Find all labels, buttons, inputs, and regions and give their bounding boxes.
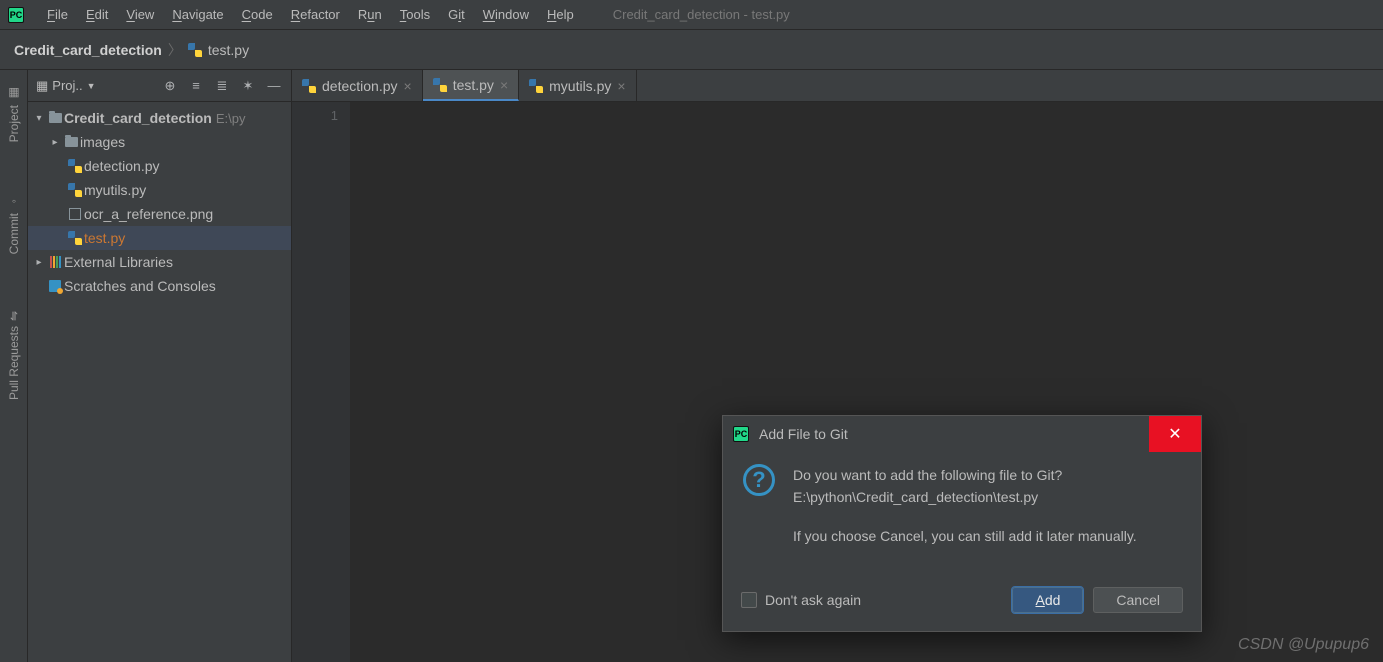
checkbox-box-icon: [741, 592, 757, 608]
close-button[interactable]: ✕: [1149, 416, 1201, 452]
tree-item-detection[interactable]: detection.py: [28, 154, 291, 178]
menu-view[interactable]: View: [117, 3, 163, 26]
app-icon: PC: [8, 7, 24, 23]
git-add-dialog: PC Add File to Git ✕ ? Do you want to ad…: [722, 415, 1202, 632]
menu-git[interactable]: Git: [439, 3, 474, 26]
watermark: CSDN @Upupup6: [1238, 636, 1369, 654]
project-icon: ▦: [36, 78, 48, 94]
app-icon: PC: [733, 426, 749, 442]
tree-external-libraries[interactable]: ▸ External Libraries: [28, 250, 291, 274]
menu-help[interactable]: Help: [538, 3, 583, 26]
chevron-right-icon: 〉: [168, 40, 182, 60]
rail-pull-requests[interactable]: Pull Requests⇋: [7, 301, 21, 406]
folder-icon: [62, 137, 80, 147]
tree-scratches[interactable]: Scratches and Consoles: [28, 274, 291, 298]
question-icon: ?: [743, 464, 775, 496]
breadcrumb: Credit_card_detection 〉 test.py: [14, 40, 249, 60]
folder-icon: ▦: [7, 86, 21, 100]
pull-request-icon: ⇋: [7, 307, 21, 321]
project-tree: ▾ Credit_card_detection E:\py ▸ images d…: [28, 102, 291, 302]
folder-icon: [46, 113, 64, 123]
menu-run[interactable]: Run: [349, 3, 391, 26]
dropdown-icon: ▼: [87, 81, 96, 91]
breadcrumb-file[interactable]: test.py: [208, 42, 249, 58]
tab-bar: detection.py × test.py × myutils.py ×: [292, 70, 1383, 102]
tree-item-images[interactable]: ▸ images: [28, 130, 291, 154]
add-button[interactable]: Add: [1012, 587, 1083, 613]
python-file-icon: [188, 43, 202, 57]
tab-label: myutils.py: [549, 78, 611, 94]
image-file-icon: [66, 208, 84, 220]
close-icon[interactable]: ×: [500, 77, 508, 93]
collapse-all-icon[interactable]: ≣: [213, 77, 231, 95]
navbar: Credit_card_detection 〉 test.py: [0, 30, 1383, 70]
project-sidebar: ▦ Proj.. ▼ ⊕ ≡ ≣ ✶ — ▾ Credit_card_detec…: [28, 70, 292, 662]
tree-item-myutils[interactable]: myutils.py: [28, 178, 291, 202]
tab-myutils[interactable]: myutils.py ×: [519, 70, 636, 101]
tree-item-ocrref[interactable]: ocr_a_reference.png: [28, 202, 291, 226]
python-file-icon: [302, 79, 316, 93]
chevron-down-icon[interactable]: ▾: [32, 113, 46, 124]
menu-tools[interactable]: Tools: [391, 3, 439, 26]
dialog-titlebar: PC Add File to Git ✕: [723, 416, 1201, 452]
locate-icon[interactable]: ⊕: [161, 77, 179, 95]
tab-test[interactable]: test.py ×: [423, 70, 519, 101]
tree-item-test[interactable]: test.py: [28, 226, 291, 250]
tab-label: test.py: [453, 77, 494, 93]
chevron-right-icon[interactable]: ▸: [32, 257, 46, 268]
window-title: Credit_card_detection - test.py: [613, 7, 790, 22]
tab-label: detection.py: [322, 78, 398, 94]
checkbox-label: Don't ask again: [765, 592, 861, 608]
python-file-icon: [66, 183, 84, 197]
dialog-line2: E:\python\Credit_card_detection\test.py: [793, 489, 1038, 505]
dialog-line3: If you choose Cancel, you can still add …: [793, 525, 1137, 547]
hide-icon[interactable]: —: [265, 77, 283, 95]
library-icon: [46, 256, 64, 268]
sidebar-header: ▦ Proj.. ▼ ⊕ ≡ ≣ ✶ —: [28, 70, 291, 102]
commit-icon: ◦: [7, 194, 21, 208]
python-file-icon: [529, 79, 543, 93]
menu-window[interactable]: Window: [474, 3, 538, 26]
python-file-icon: [66, 231, 84, 245]
line-number: 1: [292, 108, 338, 123]
rail-commit[interactable]: Commit◦: [7, 188, 21, 260]
tree-root[interactable]: ▾ Credit_card_detection E:\py: [28, 106, 291, 130]
menu-refactor[interactable]: Refactor: [282, 3, 349, 26]
menubar: PC File Edit View Navigate Code Refactor…: [0, 0, 1383, 30]
cancel-button[interactable]: Cancel: [1093, 587, 1183, 613]
dont-ask-checkbox[interactable]: Don't ask again: [741, 592, 861, 608]
dialog-title: Add File to Git: [759, 426, 1191, 442]
menu-edit[interactable]: Edit: [77, 3, 117, 26]
expand-all-icon[interactable]: ≡: [187, 77, 205, 95]
menu-code[interactable]: Code: [233, 3, 282, 26]
left-rail: Project▦ Commit◦ Pull Requests⇋: [0, 70, 28, 662]
rail-project[interactable]: Project▦: [7, 80, 21, 148]
menu-file[interactable]: File: [38, 3, 77, 26]
close-icon[interactable]: ×: [404, 78, 412, 94]
python-file-icon: [66, 159, 84, 173]
sidebar-title[interactable]: ▦ Proj.. ▼: [36, 78, 153, 94]
python-file-icon: [433, 78, 447, 92]
settings-icon[interactable]: ✶: [239, 77, 257, 95]
tab-detection[interactable]: detection.py ×: [292, 70, 423, 101]
chevron-right-icon[interactable]: ▸: [48, 137, 62, 148]
menu-navigate[interactable]: Navigate: [163, 3, 232, 26]
close-icon[interactable]: ×: [617, 78, 625, 94]
dialog-message: Do you want to add the following file to…: [793, 464, 1137, 563]
scratch-icon: [46, 280, 64, 292]
dialog-line1: Do you want to add the following file to…: [793, 467, 1062, 483]
editor-gutter: 1: [292, 102, 350, 662]
breadcrumb-root[interactable]: Credit_card_detection: [14, 42, 162, 58]
